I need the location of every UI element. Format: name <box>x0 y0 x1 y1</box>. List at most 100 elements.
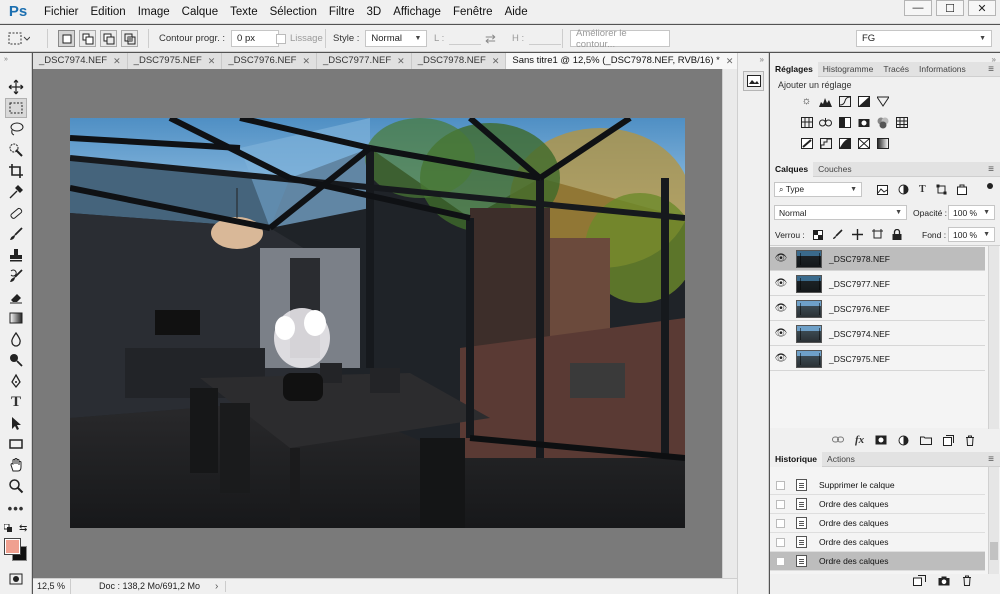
tab-histogramme[interactable]: Histogramme <box>818 62 879 77</box>
history-source-checkbox[interactable] <box>776 537 785 547</box>
color-balance-icon[interactable] <box>819 117 832 128</box>
history-step[interactable]: Ordre des calques <box>770 533 985 552</box>
close-tab-icon[interactable]: ✕ <box>397 53 405 69</box>
layer-row[interactable]: 👁 _DSC7976.NEF <box>770 297 985 321</box>
canvas-scrollbar[interactable] <box>722 69 737 578</box>
curves-icon[interactable] <box>838 96 851 107</box>
history-source-checkbox[interactable] <box>776 518 785 528</box>
layer-row[interactable]: 👁 _DSC7977.NEF <box>770 272 985 296</box>
trash-icon[interactable] <box>965 435 975 446</box>
menu-aide[interactable]: Aide <box>499 0 534 24</box>
tab-calques[interactable]: Calques <box>770 162 814 177</box>
maximize-button[interactable]: ☐ <box>936 0 964 16</box>
panel-menu-icon[interactable]: ≡ <box>988 452 994 467</box>
clone-stamp-tool[interactable] <box>5 245 27 265</box>
history-source-checkbox[interactable] <box>776 499 785 509</box>
refine-edge-button[interactable]: Améliorer le contour... <box>570 28 670 50</box>
color-lookup-icon[interactable] <box>895 117 908 128</box>
history-scroll-thumb[interactable] <box>990 542 998 560</box>
doc-tab[interactable]: _DSC7974.NEF ✕ <box>33 53 128 69</box>
new-layer-icon[interactable] <box>943 434 955 446</box>
foreground-color-swatch[interactable] <box>4 538 21 555</box>
quick-mask-button[interactable] <box>5 569 27 589</box>
layer-row[interactable]: 👁 _DSC7978.NEF <box>770 247 985 271</box>
add-mask-icon[interactable] <box>875 435 887 445</box>
layer-row[interactable]: 👁 _DSC7975.NEF <box>770 347 985 371</box>
visibility-eye-icon[interactable]: 👁 <box>770 353 792 364</box>
lock-transparency-icon[interactable] <box>813 229 823 240</box>
antialias-checkbox[interactable] <box>276 33 286 44</box>
subtract-selection-button[interactable] <box>100 30 117 47</box>
menu-3d[interactable]: 3D <box>360 0 387 24</box>
filter-smartobject-icon[interactable] <box>956 184 967 195</box>
menu-selection[interactable]: Sélection <box>264 0 323 24</box>
healing-brush-tool[interactable] <box>5 203 27 223</box>
close-button[interactable]: ✕ <box>968 0 996 16</box>
panel-collapse-icon[interactable]: » <box>4 56 8 63</box>
pen-tool[interactable] <box>5 371 27 391</box>
selective-color-icon[interactable] <box>857 138 870 149</box>
menu-fenetre[interactable]: Fenêtre <box>447 0 499 24</box>
default-colors-icon[interactable] <box>3 523 13 536</box>
layer-row[interactable]: 👁 _DSC7974.NEF <box>770 322 985 346</box>
feather-input[interactable]: 0 px <box>231 30 280 47</box>
gradient-map-icon[interactable] <box>876 138 889 149</box>
lock-artboard-icon[interactable] <box>872 229 883 240</box>
eraser-tool[interactable] <box>5 287 27 307</box>
trash-icon[interactable] <box>962 575 972 586</box>
blur-tool[interactable] <box>5 329 27 349</box>
history-step[interactable]: Ordre des calques <box>770 514 985 533</box>
menu-edition[interactable]: Edition <box>85 0 132 24</box>
photo-filter-icon[interactable] <box>857 117 870 128</box>
vibrance-icon[interactable] <box>876 96 889 107</box>
doc-tab-active[interactable]: Sans titre1 @ 12,5% (_DSC7978.NEF, RVB/1… <box>506 53 741 69</box>
channel-mixer-icon[interactable] <box>876 117 889 128</box>
doc-tab[interactable]: _DSC7978.NEF ✕ <box>411 53 507 69</box>
history-step[interactable]: Ordre des calques <box>770 495 985 514</box>
menu-texte[interactable]: Texte <box>224 0 264 24</box>
path-selection-tool[interactable] <box>5 413 27 433</box>
lasso-tool[interactable] <box>5 119 27 139</box>
style-select[interactable]: Normal ▼ <box>365 30 428 47</box>
close-tab-icon[interactable]: ✕ <box>492 53 500 69</box>
history-source-checkbox[interactable] <box>776 556 785 566</box>
hue-saturation-icon[interactable] <box>800 117 813 128</box>
zoom-tool[interactable] <box>5 476 27 496</box>
lock-pixels-icon[interactable] <box>832 229 843 240</box>
menu-affichage[interactable]: Affichage <box>387 0 447 24</box>
panel-menu-icon[interactable]: ≡ <box>988 62 994 77</box>
quick-selection-tool[interactable] <box>5 140 27 160</box>
filter-pixel-icon[interactable] <box>877 184 888 195</box>
swap-colors-icon[interactable]: ⇆ <box>19 523 27 534</box>
tab-informations[interactable]: Informations <box>914 62 971 77</box>
visibility-eye-icon[interactable]: 👁 <box>770 253 792 264</box>
dodge-tool[interactable] <box>5 350 27 370</box>
black-white-icon[interactable] <box>838 117 851 128</box>
layer-style-fx-icon[interactable]: fx <box>855 434 864 446</box>
visibility-eye-icon[interactable]: 👁 <box>770 303 792 314</box>
workspace-select[interactable]: FG ▼ <box>856 30 992 47</box>
more-tools-button[interactable]: ••• <box>5 498 27 518</box>
visibility-eye-icon[interactable]: 👁 <box>770 278 792 289</box>
history-scrollbar[interactable] <box>988 467 999 574</box>
history-brush-tool[interactable] <box>5 266 27 286</box>
tab-couches[interactable]: Couches <box>813 162 857 177</box>
doc-tab[interactable]: _DSC7975.NEF ✕ <box>127 53 223 69</box>
minimize-button[interactable]: — <box>904 0 932 16</box>
canvas-area[interactable] <box>33 69 722 578</box>
menu-fichier[interactable]: Fichier <box>38 0 85 24</box>
intersect-selection-button[interactable] <box>121 30 138 47</box>
history-source-checkbox[interactable] <box>776 480 785 490</box>
lock-all-icon[interactable] <box>892 229 902 240</box>
filter-type-icon[interactable]: T <box>919 184 926 195</box>
posterize-icon[interactable] <box>819 138 832 149</box>
close-tab-icon[interactable]: ✕ <box>726 53 734 69</box>
tab-actions[interactable]: Actions <box>822 452 860 467</box>
threshold-icon[interactable] <box>838 138 851 149</box>
fill-input[interactable]: 100 % ▼ <box>948 227 995 242</box>
width-input[interactable] <box>449 33 482 45</box>
new-adjustment-layer-icon[interactable] <box>898 435 909 446</box>
new-selection-button[interactable] <box>58 30 75 47</box>
type-tool[interactable]: T <box>5 392 27 412</box>
close-tab-icon[interactable]: ✕ <box>208 53 216 69</box>
